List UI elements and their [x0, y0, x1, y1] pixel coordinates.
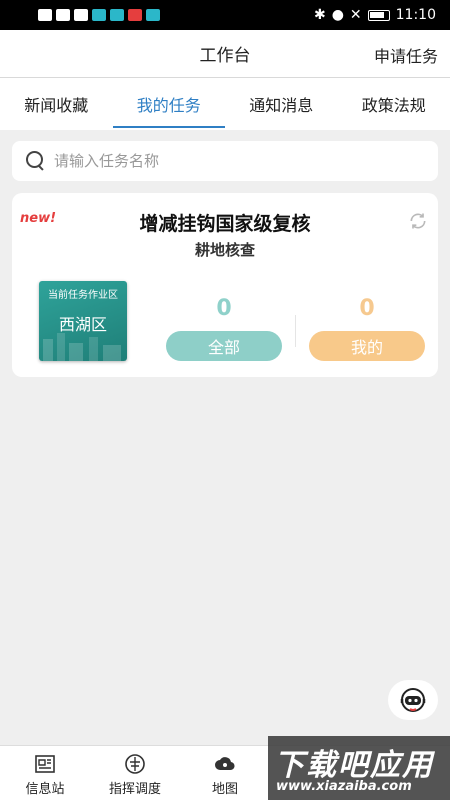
- watermark-title: 下载吧应用: [274, 748, 434, 783]
- nav-dispatch[interactable]: 指挥调度: [90, 746, 180, 800]
- watermark-url: www.xiazaiba.com: [276, 779, 412, 794]
- apply-task-button[interactable]: 申请任务: [374, 43, 438, 67]
- hotspot-icon: [74, 9, 88, 21]
- app-notification-icon: [92, 9, 106, 21]
- mine-count-block: 0: [309, 296, 425, 321]
- mail-icon: [128, 9, 142, 21]
- tab-notifications[interactable]: 通知消息: [225, 78, 338, 130]
- battery-icon: [367, 9, 390, 21]
- assistant-robot-icon: [400, 688, 426, 712]
- refresh-icon[interactable]: [408, 211, 428, 231]
- mine-count: 0: [359, 296, 375, 321]
- work-area-caption: 当前任务作业区: [48, 290, 118, 301]
- all-tasks-button[interactable]: 全部: [166, 331, 282, 361]
- app-header: 工作台 申请任务: [0, 30, 450, 78]
- task-card[interactable]: new! 增减挂钩国家级复核 耕地核查 当前任务作业区 西湖区 0 0 全部 我…: [12, 193, 438, 377]
- search-icon: [26, 151, 46, 171]
- tab-news-favorites[interactable]: 新闻收藏: [0, 78, 113, 130]
- nav-map[interactable]: 地图: [180, 746, 270, 800]
- search-input[interactable]: [54, 152, 414, 170]
- nav-map-label: 地图: [211, 782, 238, 797]
- task-title: 增减挂钩国家级复核: [139, 213, 311, 235]
- message-icon: [110, 9, 124, 21]
- newspaper-icon: [35, 755, 55, 773]
- search-bar: [12, 141, 438, 181]
- task-subtitle: 耕地核查: [194, 241, 255, 259]
- status-bar: ✱ ● ✕ 11:10: [0, 0, 450, 30]
- nav-info-station-label: 信息站: [25, 782, 65, 797]
- my-tasks-button[interactable]: 我的: [309, 331, 425, 361]
- wifi-icon: [56, 9, 70, 21]
- assistant-button[interactable]: [388, 680, 438, 720]
- location-icon: ●: [331, 7, 344, 23]
- mute-icon: ✕: [349, 7, 362, 23]
- area-illustration: [43, 333, 121, 361]
- dispatch-icon: [125, 754, 145, 774]
- tab-bar: 新闻收藏 我的任务 通知消息 政策法规: [0, 78, 450, 130]
- stat-divider: [295, 315, 296, 347]
- alert-icon: [38, 9, 52, 21]
- watermark: 下载吧应用 www.xiazaiba.com: [268, 736, 450, 800]
- shield-icon: [146, 9, 160, 21]
- all-count: 0: [216, 296, 232, 321]
- bluetooth-icon: ✱: [313, 7, 326, 23]
- nav-dispatch-label: 指挥调度: [108, 782, 161, 797]
- work-area-card[interactable]: 当前任务作业区 西湖区: [39, 281, 127, 361]
- tab-policies[interactable]: 政策法规: [338, 78, 450, 130]
- nav-info-station[interactable]: 信息站: [0, 746, 90, 800]
- map-cloud-icon: [215, 757, 235, 771]
- clock: 11:10: [395, 7, 436, 23]
- page-title: 工作台: [199, 46, 251, 66]
- notification-icons: [38, 9, 160, 21]
- system-status: ✱ ● ✕ 11:10: [314, 7, 436, 23]
- tab-my-tasks[interactable]: 我的任务: [112, 78, 226, 130]
- all-count-block: 0: [166, 296, 282, 321]
